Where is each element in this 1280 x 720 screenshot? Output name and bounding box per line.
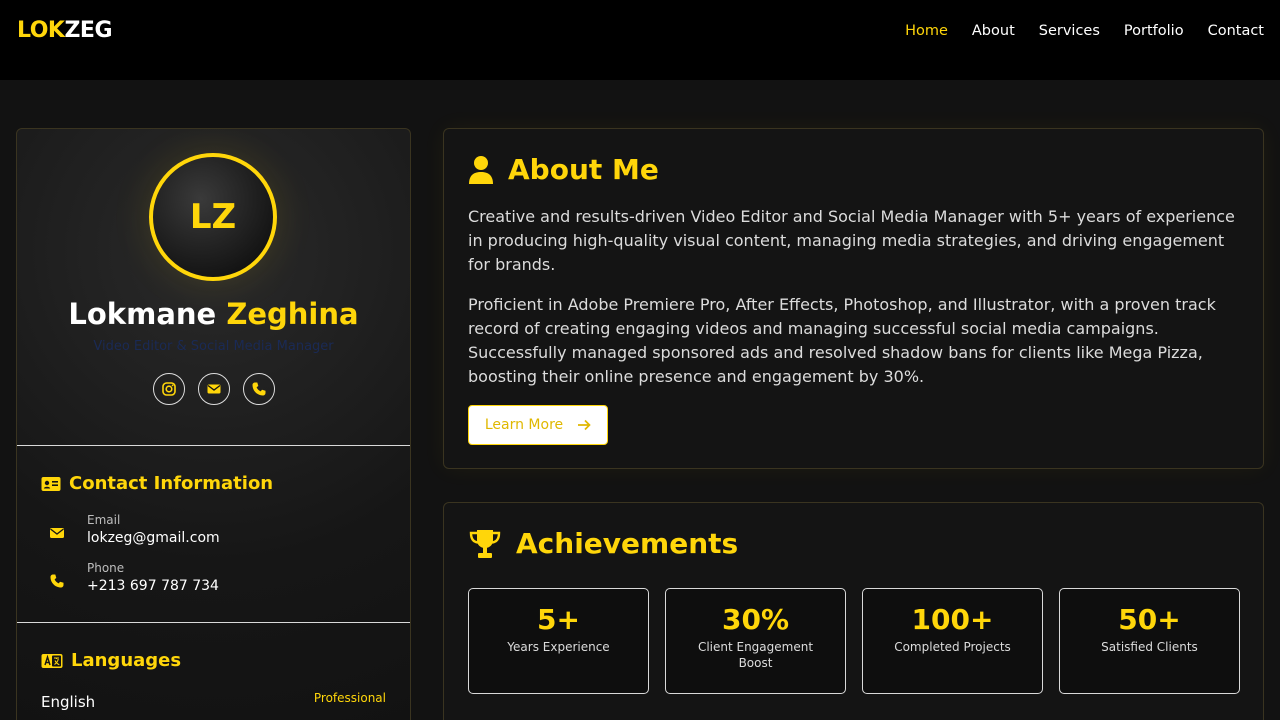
contact-phone-row: Phone +213 697 787 734	[49, 561, 219, 594]
language-level: Professional	[313, 691, 386, 705]
user-icon	[469, 155, 493, 184]
profile-last-name: Zeghina	[226, 297, 359, 331]
profile-name: Lokmane Zeghina	[17, 297, 410, 331]
stat-label: Satisfied Clients	[1101, 640, 1198, 654]
phone-value[interactable]: +213 697 787 734	[87, 578, 219, 594]
instagram-icon	[162, 382, 176, 396]
phone-icon	[50, 574, 64, 588]
contact-section-title: Contact Information	[41, 473, 273, 494]
nav-services-link[interactable]: Services	[1039, 23, 1100, 39]
divider	[17, 622, 410, 623]
stats-grid: 5+ Years Experience 30% Client Engagemen…	[468, 588, 1240, 694]
achievements-title: Achievements	[468, 527, 738, 560]
about-paragraph-1: Creative and results-driven Video Editor…	[468, 207, 1235, 274]
nav-about-link[interactable]: About	[972, 23, 1015, 39]
email-button[interactable]	[198, 373, 230, 405]
trophy-icon	[469, 529, 501, 558]
top-navbar: LOKZEG Home About Services Portfolio Con…	[0, 0, 1280, 80]
envelope-icon	[50, 528, 64, 538]
phone-button[interactable]	[243, 373, 275, 405]
avatar: LZ	[149, 153, 277, 281]
contact-title-text: Contact Information	[69, 473, 274, 494]
language-name: English	[41, 693, 96, 711]
stat-card: 100+ Completed Projects	[862, 588, 1043, 694]
email-value[interactable]: lokzeg@gmail.com	[87, 530, 220, 546]
language-icon	[41, 653, 63, 668]
stat-value: 30%	[721, 603, 790, 636]
stat-card: 30% Client Engagement Boost	[665, 588, 846, 694]
social-links	[153, 373, 275, 405]
stat-label: Years Experience	[507, 640, 610, 654]
stat-value: 5+	[537, 603, 580, 636]
learn-more-label: Learn More	[484, 417, 564, 433]
phone-label: Phone	[87, 561, 125, 575]
nav-portfolio-link[interactable]: Portfolio	[1124, 23, 1184, 39]
brand-logo-part1: LOK	[17, 18, 65, 43]
envelope-icon	[207, 384, 221, 394]
stat-card: 50+ Satisfied Clients	[1059, 588, 1240, 694]
brand-logo[interactable]: LOKZEG	[17, 18, 113, 43]
phone-icon	[252, 382, 266, 396]
nav-home-link[interactable]: Home	[905, 23, 948, 39]
instagram-button[interactable]	[153, 373, 185, 405]
profile-role: Video Editor & Social Media Manager	[93, 339, 334, 354]
stat-value: 50+	[1118, 603, 1181, 636]
email-label: Email	[87, 513, 121, 527]
profile-card: LZ Lokmane Zeghina Video Editor & Social…	[16, 128, 411, 720]
brand-logo-part2: ZEG	[64, 18, 113, 43]
about-paragraph-2: Proficient in Adobe Premiere Pro, After …	[468, 295, 1216, 386]
about-title-text: About Me	[508, 153, 659, 186]
achievements-title-text: Achievements	[516, 527, 739, 560]
about-card: About Me Creative and results-driven Vid…	[443, 128, 1264, 469]
about-title: About Me	[468, 153, 659, 186]
stat-label: Client Engagement Boost	[697, 640, 814, 670]
avatar-initials: LZ	[189, 197, 237, 237]
languages-section-title: Languages	[41, 650, 181, 671]
languages-title-text: Languages	[71, 650, 182, 671]
profile-first-name: Lokmane	[68, 297, 217, 331]
nav-contact-link[interactable]: Contact	[1208, 23, 1264, 39]
stat-label: Completed Projects	[894, 640, 1011, 654]
achievements-card: Achievements 5+ Years Experience 30% Cli…	[443, 502, 1264, 720]
contact-email-row: Email lokzeg@gmail.com	[49, 513, 220, 546]
stat-value: 100+	[911, 603, 994, 636]
learn-more-button[interactable]: Learn More	[468, 405, 608, 445]
divider	[17, 445, 410, 446]
id-card-icon	[41, 476, 61, 491]
arrow-right-icon	[578, 419, 591, 431]
stat-card: 5+ Years Experience	[468, 588, 649, 694]
nav-links: Home About Services Portfolio Contact	[905, 23, 1264, 39]
